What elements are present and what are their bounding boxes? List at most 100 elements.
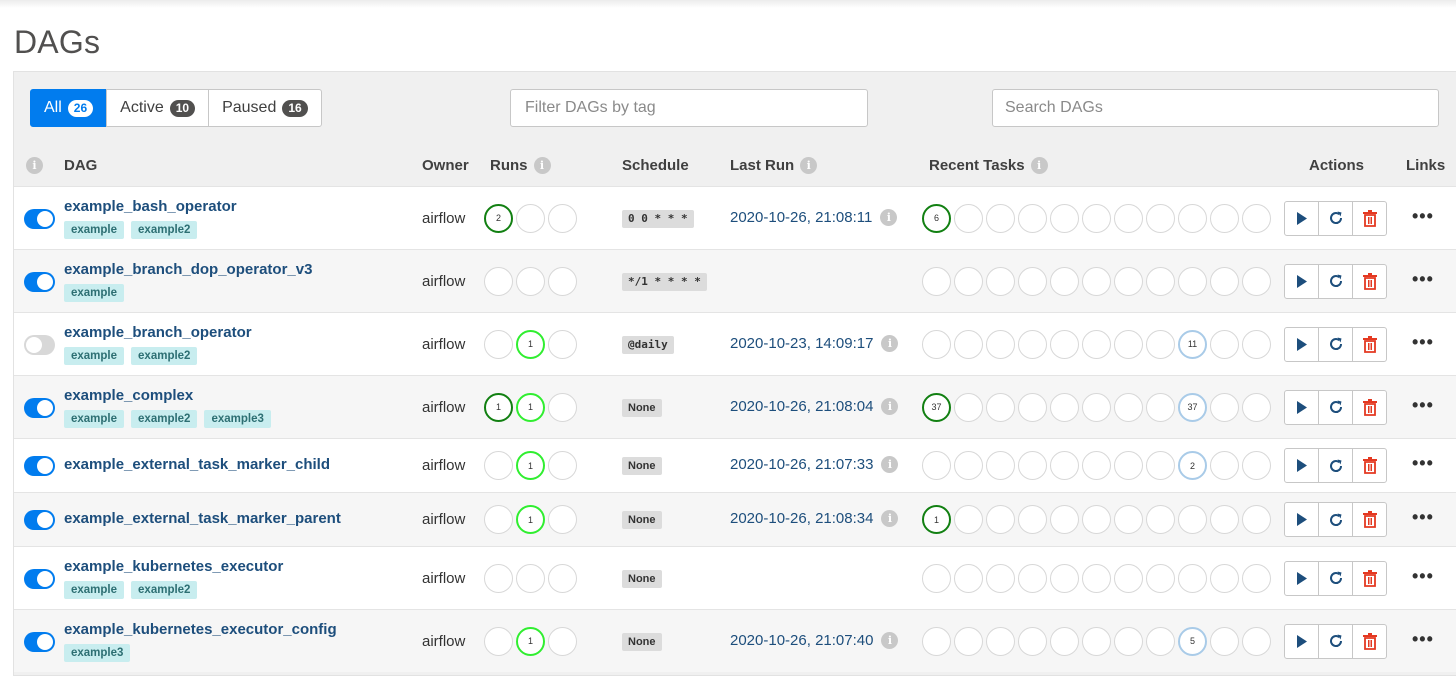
dag-tag[interactable]: example2 (131, 221, 198, 239)
dag-name-link[interactable]: example_complex (64, 387, 193, 404)
run-state-circle[interactable] (548, 266, 577, 296)
dag-name-link[interactable]: example_branch_operator (64, 324, 252, 341)
task-state-circle[interactable] (1050, 626, 1079, 656)
last-run-link[interactable]: 2020-10-26, 21:07:40 (730, 632, 873, 649)
task-state-circle[interactable] (1242, 563, 1271, 593)
info-icon[interactable]: i (800, 157, 818, 174)
task-state-circle[interactable] (1050, 563, 1079, 593)
tag-filter-input[interactable] (510, 89, 868, 127)
task-state-circle[interactable] (1210, 392, 1239, 422)
info-icon[interactable]: i (881, 510, 899, 527)
run-state-circle[interactable]: 1 (516, 451, 545, 480)
task-state-circle[interactable] (986, 266, 1015, 296)
run-state-circle[interactable] (516, 563, 545, 593)
owner-column-header[interactable]: Owner (422, 157, 469, 174)
task-state-circle[interactable] (922, 329, 951, 359)
run-state-circle[interactable]: 1 (516, 505, 545, 534)
task-state-circle[interactable] (954, 392, 983, 422)
refresh-dag-button[interactable] (1318, 623, 1353, 659)
task-state-circle[interactable] (1210, 203, 1239, 233)
run-state-circle[interactable] (484, 329, 513, 359)
run-state-circle[interactable] (516, 266, 545, 296)
task-state-circle[interactable]: 37 (922, 392, 951, 422)
dag-tag[interactable]: example (64, 284, 125, 302)
task-state-circle[interactable] (1082, 203, 1111, 233)
run-state-circle[interactable] (484, 563, 513, 593)
filter-all-button[interactable]: All 26 (30, 89, 108, 127)
dag-tag[interactable]: example3 (64, 644, 131, 662)
task-state-circle[interactable] (1242, 451, 1271, 480)
run-state-circle[interactable] (548, 392, 577, 422)
trigger-dag-button[interactable] (1284, 200, 1319, 236)
dag-pause-toggle[interactable] (24, 568, 55, 589)
task-state-circle[interactable] (986, 626, 1015, 656)
task-state-circle[interactable]: 1 (922, 505, 951, 534)
task-state-circle[interactable] (1178, 563, 1207, 593)
task-state-circle[interactable] (922, 563, 951, 593)
task-state-circle[interactable] (1018, 392, 1047, 422)
dag-pause-toggle[interactable] (24, 271, 55, 292)
task-state-circle[interactable] (1146, 626, 1175, 656)
info-icon[interactable]: i (26, 157, 43, 174)
delete-dag-button[interactable] (1352, 326, 1387, 362)
task-state-circle[interactable] (1210, 266, 1239, 296)
dag-tag[interactable]: example (64, 410, 125, 428)
trigger-dag-button[interactable] (1284, 326, 1319, 362)
task-state-circle[interactable] (954, 563, 983, 593)
task-state-circle[interactable] (1146, 392, 1175, 422)
task-state-circle[interactable] (1178, 203, 1207, 233)
task-state-circle[interactable] (986, 392, 1015, 422)
info-icon[interactable]: i (881, 334, 899, 352)
dag-column-header[interactable]: DAG (64, 157, 97, 174)
refresh-dag-button[interactable] (1318, 502, 1353, 537)
task-state-circle[interactable] (1050, 505, 1079, 534)
run-state-circle[interactable]: 1 (516, 392, 545, 422)
task-state-circle[interactable] (1210, 563, 1239, 593)
task-state-circle[interactable]: 2 (1178, 451, 1207, 480)
run-state-circle[interactable]: 1 (516, 626, 545, 656)
dag-pause-toggle[interactable] (24, 334, 55, 355)
last-run-link[interactable]: 2020-10-26, 21:08:04 (730, 398, 873, 415)
task-state-circle[interactable] (1050, 203, 1079, 233)
last-run-link[interactable]: 2020-10-23, 14:09:17 (730, 335, 873, 352)
delete-dag-button[interactable] (1352, 502, 1387, 537)
dag-tag[interactable]: example3 (204, 410, 271, 428)
task-state-circle[interactable] (1082, 626, 1111, 656)
task-state-circle[interactable] (1242, 329, 1271, 359)
refresh-dag-button[interactable] (1318, 200, 1353, 236)
dag-tag[interactable]: example (64, 221, 125, 239)
refresh-dag-button[interactable] (1318, 389, 1353, 425)
refresh-dag-button[interactable] (1318, 263, 1353, 299)
task-state-circle[interactable] (1082, 505, 1111, 534)
task-state-circle[interactable]: 6 (922, 203, 951, 233)
task-state-circle[interactable] (1242, 505, 1271, 534)
task-state-circle[interactable] (1018, 563, 1047, 593)
task-state-circle[interactable] (1242, 392, 1271, 422)
task-state-circle[interactable] (1210, 626, 1239, 656)
task-state-circle[interactable] (1114, 266, 1143, 296)
delete-dag-button[interactable] (1352, 448, 1387, 483)
task-state-circle[interactable] (1146, 329, 1175, 359)
task-state-circle[interactable] (1114, 329, 1143, 359)
run-state-circle[interactable] (548, 563, 577, 593)
delete-dag-button[interactable] (1352, 200, 1387, 236)
task-state-circle[interactable]: 5 (1178, 626, 1207, 656)
more-links-icon[interactable]: ••• (1412, 629, 1434, 650)
task-state-circle[interactable] (1146, 451, 1175, 480)
task-state-circle[interactable] (1242, 203, 1271, 233)
run-state-circle[interactable] (484, 505, 513, 534)
task-state-circle[interactable] (1050, 266, 1079, 296)
delete-dag-button[interactable] (1352, 389, 1387, 425)
search-input[interactable] (992, 89, 1439, 127)
refresh-dag-button[interactable] (1318, 326, 1353, 362)
task-state-circle[interactable] (1018, 329, 1047, 359)
task-state-circle[interactable] (922, 626, 951, 656)
task-state-circle[interactable] (1146, 203, 1175, 233)
trigger-dag-button[interactable] (1284, 448, 1319, 483)
task-state-circle[interactable] (1050, 392, 1079, 422)
task-state-circle[interactable] (954, 505, 983, 534)
info-icon[interactable]: i (881, 456, 899, 473)
task-state-circle[interactable] (1178, 266, 1207, 296)
dag-name-link[interactable]: example_external_task_marker_parent (64, 510, 341, 527)
delete-dag-button[interactable] (1352, 623, 1387, 659)
